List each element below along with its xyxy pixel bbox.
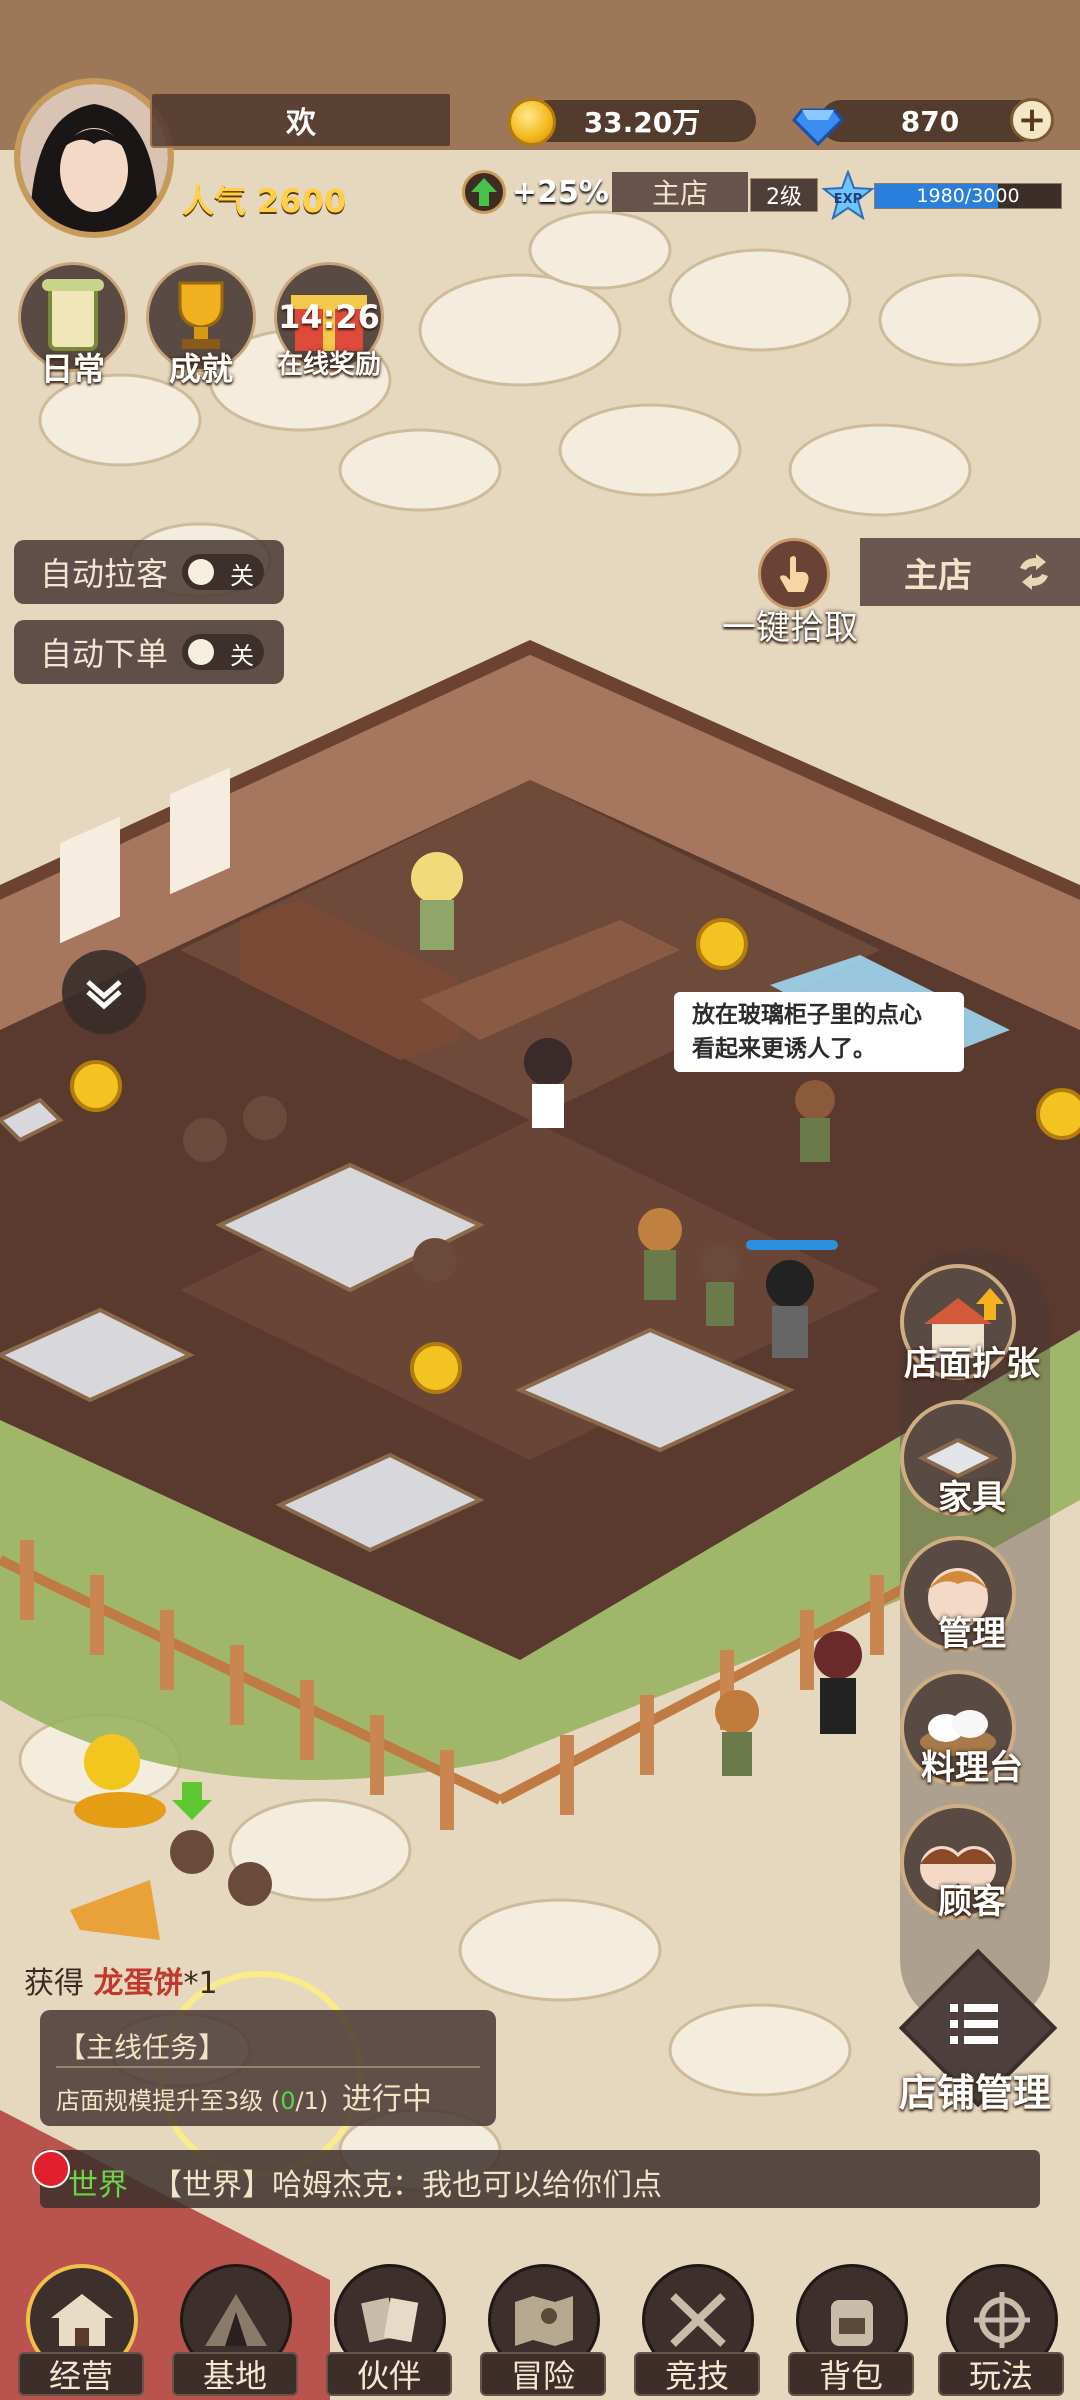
collapse-floor-button[interactable] (62, 950, 146, 1034)
nav-partners-label: 伙伴 (326, 2352, 452, 2396)
achievement-label: 成就 (168, 350, 233, 388)
quest-desc-text: 店面规模提升至3级 ( (56, 2087, 281, 2115)
shop-level: 2级 (750, 178, 818, 212)
exp-text: 1980/3000 (916, 185, 1020, 207)
exp-badge: EXP (834, 192, 862, 207)
auto-order-state: 关 (230, 642, 255, 670)
popularity-label: 人气 (182, 182, 247, 220)
player-name: 欢 (150, 92, 452, 148)
customer-speech-bubble: 放在玻璃柜子里的点心 看起来更诱人了。 (674, 992, 964, 1072)
management-label: 管理 (938, 1614, 1006, 1654)
quest-title: 【主线任务】 (58, 2031, 227, 2064)
switch-knob (188, 639, 215, 665)
exp-bar: 1980/3000 (874, 183, 1062, 209)
quest-desc: 店面规模提升至3级 (0/1) 进行中 (56, 2074, 432, 2118)
coin-amount: 33.20万 (583, 106, 701, 139)
auto-recruit-state: 关 (230, 562, 255, 590)
chat-channel: 世界 (68, 2168, 128, 2203)
gem-amount: 870 (900, 104, 960, 138)
quest-progress-total: /1) (295, 2087, 329, 2115)
toast-item: 龙蛋饼 (93, 1966, 184, 2001)
exp-star-icon: EXP (822, 170, 874, 221)
nav-base[interactable]: 基地 (172, 2262, 298, 2400)
furniture-label: 家具 (938, 1478, 1006, 1518)
store-manage-label: 店铺管理 (898, 2071, 1051, 2115)
online-reward-label: 在线奖励 (276, 350, 381, 380)
toast-qty: *1 (183, 1966, 218, 2001)
quest-progress-done: 0 (280, 2087, 296, 2115)
speech-line-2: 看起来更诱人了。 (692, 1036, 876, 1062)
switch-knob (188, 559, 215, 585)
reward-toast: 获得 龙蛋饼*1 (24, 1958, 218, 2002)
switch-branch-button[interactable]: 主店 (860, 538, 1080, 606)
nav-gameplay[interactable]: 玩法 (938, 2262, 1064, 2400)
reward-timer: 14:26 (278, 298, 380, 336)
nav-gameplay-label: 玩法 (938, 2352, 1064, 2396)
add-gems-button[interactable]: + (1010, 98, 1054, 142)
chevron-down-icon (86, 980, 122, 1010)
nav-backpack-label: 背包 (788, 2352, 914, 2396)
nav-adventure[interactable]: 冒险 (480, 2262, 606, 2400)
kitchen-label: 料理台 (921, 1748, 1023, 1788)
chat-message: 【世界】哈姆杰克：我也可以给你们点 (152, 2168, 662, 2203)
boost-indicator[interactable]: +25% (462, 170, 609, 214)
nav-adventure-label: 冒险 (480, 2352, 606, 2396)
customers-label: 顾客 (938, 1882, 1006, 1922)
coin-balance: 33.20万 (528, 100, 756, 142)
nav-business[interactable]: 经营 (18, 2262, 144, 2400)
gem-balance: 870 (820, 100, 1040, 142)
nav-arena[interactable]: 竞技 (634, 2262, 760, 2400)
popularity-value: 2600 (257, 182, 347, 220)
chat-notification-dot (32, 2150, 70, 2188)
speech-line-1: 放在玻璃柜子里的点心 (692, 1002, 922, 1028)
auto-order-switch[interactable]: 关 (182, 634, 265, 670)
toast-prefix: 获得 (24, 1966, 84, 2001)
main-quest-panel[interactable]: 【主线任务】 店面规模提升至3级 (0/1) 进行中 (40, 2010, 496, 2126)
auto-recruit-toggle[interactable]: 自动拉客 关 (14, 540, 284, 604)
daily-label: 日常 (40, 350, 105, 388)
world-chat-bar[interactable]: 世界 【世界】哈姆杰克：我也可以给你们点 (32, 2150, 1040, 2208)
nav-business-label: 经营 (18, 2352, 144, 2396)
hand-pointer-icon (780, 556, 809, 592)
nav-arena-label: 竞技 (634, 2352, 760, 2396)
coin-icon (508, 98, 556, 146)
swap-icon (1020, 554, 1048, 590)
arrow-up-icon (462, 170, 506, 214)
auto-order-label: 自动下单 (40, 635, 169, 673)
shop-name: 主店 (612, 172, 748, 212)
nav-partners[interactable]: 伙伴 (326, 2262, 452, 2400)
nav-base-label: 基地 (172, 2352, 298, 2396)
diamond-icon (792, 108, 844, 147)
boost-value: +25% (512, 174, 609, 210)
quest-status: 进行中 (341, 2082, 432, 2117)
list-icon (950, 2004, 998, 2044)
avatar-portrait (20, 84, 168, 232)
auto-order-toggle[interactable]: 自动下单 关 (14, 620, 284, 684)
expand-shop-label: 店面扩张 (904, 1344, 1040, 1384)
collect-all-label: 一键拾取 (722, 608, 858, 648)
auto-recruit-label: 自动拉客 (40, 555, 169, 593)
popularity: 人气 2600 (182, 176, 346, 222)
nav-backpack[interactable]: 背包 (788, 2262, 914, 2400)
branch-label: 主店 (904, 555, 972, 596)
auto-recruit-switch[interactable]: 关 (182, 554, 265, 590)
quest-divider (56, 2066, 480, 2068)
